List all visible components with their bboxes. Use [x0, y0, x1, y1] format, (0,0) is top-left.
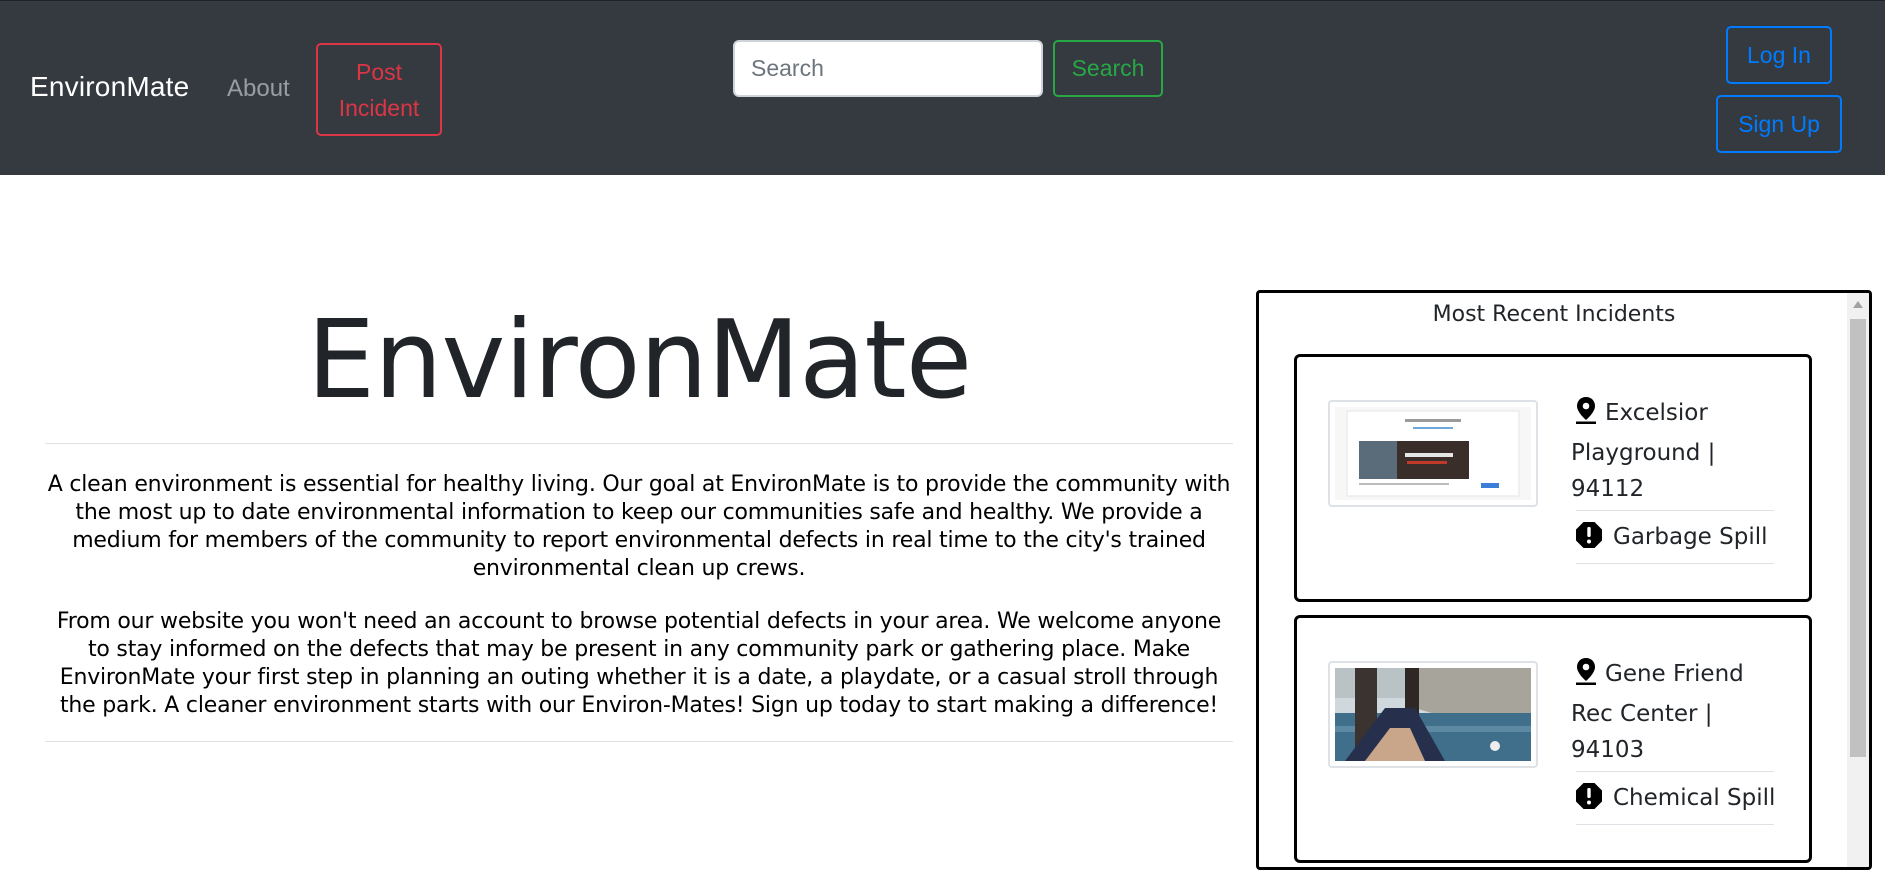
incident-type-text: Chemical Spill [1613, 785, 1776, 811]
page-title: EnvironMate [306, 298, 972, 423]
recent-incidents-panel[interactable]: Most Recent Incidents Excelsior Playgrou… [1256, 290, 1872, 870]
incident-thumbnail [1328, 400, 1538, 507]
search-input[interactable] [733, 40, 1043, 97]
map-pin-icon [1575, 657, 1597, 696]
intro-paragraph: A clean environment is essential for hea… [47, 472, 1231, 581]
incident-location: Excelsior Playground | 94112 [1571, 395, 1781, 507]
incident-type: Chemical Spill [1571, 780, 1781, 821]
incident-card[interactable]: Excelsior Playground | 94112 Garbage Spi… [1294, 354, 1812, 602]
post-incident-button[interactable]: Post Incident [316, 43, 442, 136]
alert-octagon-icon [1575, 782, 1603, 821]
login-button[interactable]: Log In [1726, 26, 1832, 84]
divider [1576, 824, 1774, 825]
divider [1576, 771, 1774, 772]
divider [45, 741, 1233, 742]
incident-info: Gene Friend Rec Center | 94103 Chemical … [1571, 656, 1781, 825]
nav-link-about[interactable]: About [227, 75, 290, 103]
divider [45, 443, 1233, 444]
incident-info: Excelsior Playground | 94112 Garbage Spi… [1571, 395, 1781, 564]
recent-incidents-title: Most Recent Incidents [1432, 302, 1676, 327]
info-paragraph: From our website you won't need an accou… [56, 609, 1222, 718]
divider [1576, 563, 1774, 564]
incident-location: Gene Friend Rec Center | 94103 [1571, 656, 1781, 768]
search-button[interactable]: Search [1053, 40, 1163, 97]
scrollbar[interactable] [1847, 293, 1869, 867]
alert-octagon-icon [1575, 521, 1603, 560]
incident-image [1335, 668, 1531, 761]
scroll-up-arrow-icon[interactable] [1853, 301, 1863, 308]
map-pin-icon [1575, 396, 1597, 435]
incident-type-text: Garbage Spill [1613, 524, 1768, 550]
signup-button[interactable]: Sign Up [1716, 95, 1842, 153]
post-incident-label: Post Incident [338, 59, 420, 121]
incident-card[interactable]: Gene Friend Rec Center | 94103 Chemical … [1294, 615, 1812, 863]
incident-image [1335, 407, 1531, 500]
brand-logo[interactable]: EnvironMate [30, 71, 189, 103]
incident-thumbnail [1328, 661, 1538, 768]
navbar: EnvironMate About Post Incident Search L… [0, 0, 1885, 175]
divider [1576, 510, 1774, 511]
incident-type: Garbage Spill [1571, 519, 1781, 560]
scroll-thumb[interactable] [1850, 319, 1866, 757]
